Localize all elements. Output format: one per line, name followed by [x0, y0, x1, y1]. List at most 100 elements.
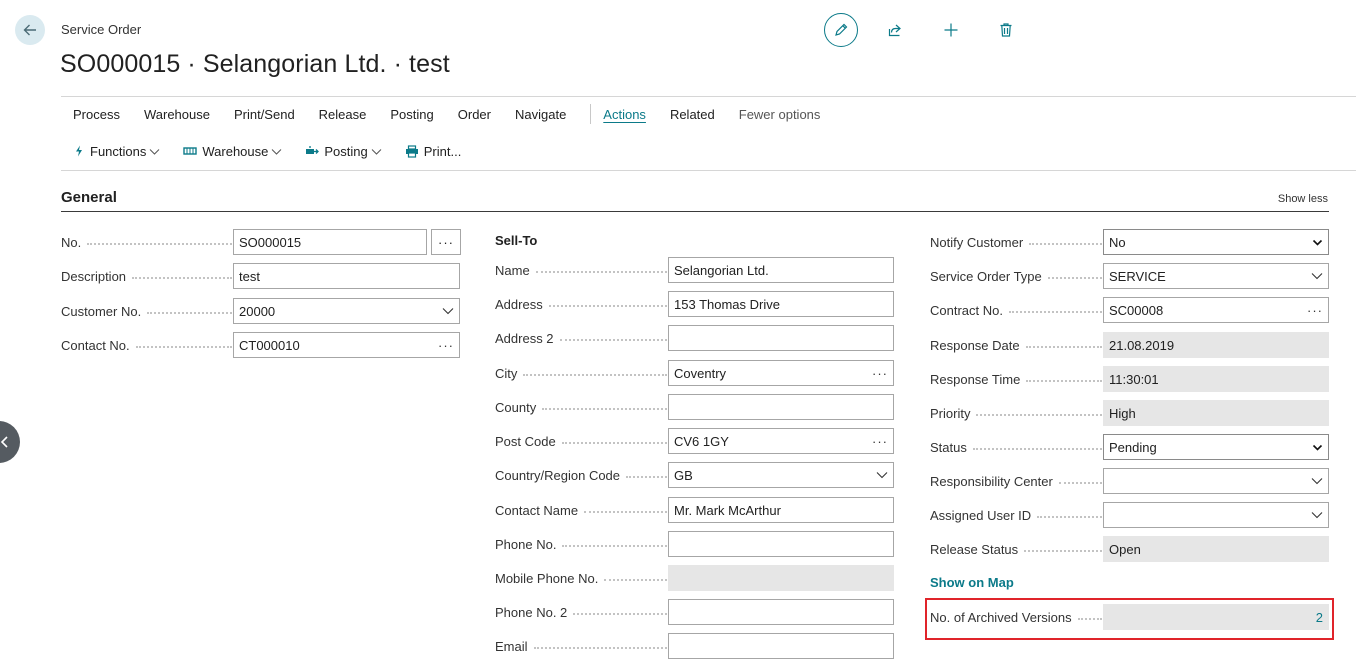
new-button[interactable] [934, 13, 968, 47]
description-field[interactable]: test [233, 263, 460, 289]
chevron-down-icon [1311, 512, 1323, 519]
share-button[interactable] [878, 13, 912, 47]
address-field[interactable]: 153 Thomas Drive [668, 291, 894, 317]
email-field[interactable] [668, 633, 894, 659]
lightning-icon [76, 145, 82, 157]
fewer-options-button[interactable]: Fewer options [727, 107, 833, 122]
chevron-down-icon [442, 308, 454, 315]
chevron-down-icon [1312, 444, 1323, 451]
show-less-button[interactable]: Show less [1278, 193, 1328, 205]
menu-warehouse[interactable]: Warehouse [132, 107, 222, 122]
ellipsis-icon[interactable]: ··· [872, 366, 888, 381]
service-order-type-field[interactable]: SERVICE [1103, 263, 1329, 289]
notify-customer-label: Notify Customer [930, 233, 1102, 251]
menu-actions[interactable]: Actions [603, 107, 658, 122]
archived-versions-field[interactable]: 2 [1103, 604, 1329, 630]
address-label: Address [495, 295, 667, 313]
posting-label: Posting [324, 143, 368, 159]
description-label: Description [61, 267, 232, 285]
mobile-phone-label: Mobile Phone No. [495, 569, 667, 587]
section-underline [61, 211, 1329, 212]
country-field[interactable]: GB [668, 462, 894, 488]
menu-process[interactable]: Process [61, 107, 132, 122]
post-code-label: Post Code [495, 432, 667, 450]
chevron-down-icon [876, 472, 888, 479]
name-field[interactable]: Selangorian Ltd. [668, 257, 894, 283]
edit-button[interactable] [824, 13, 858, 47]
response-date-label: Response Date [930, 336, 1102, 354]
assigned-user-label: Assigned User ID [930, 506, 1102, 524]
page-caption: Service Order [61, 22, 142, 37]
posting-menu[interactable]: Posting [305, 143, 382, 159]
contract-no-field[interactable]: SC00008 ··· [1103, 297, 1329, 323]
no-label: No. [61, 233, 232, 251]
release-status-field: Open [1103, 536, 1329, 562]
menu-navigate[interactable]: Navigate [503, 107, 578, 122]
delete-button[interactable] [989, 13, 1023, 47]
print-label: Print... [423, 143, 462, 159]
county-label: County [495, 398, 667, 416]
menu-separator [590, 104, 592, 124]
status-label: Status [930, 438, 1102, 456]
customer-no-label: Customer No. [61, 302, 232, 320]
notify-customer-select[interactable]: No [1103, 229, 1329, 255]
contact-name-field[interactable]: Mr. Mark McArthur [668, 497, 894, 523]
ellipsis-icon[interactable]: ··· [872, 434, 888, 449]
email-label: Email [495, 637, 667, 655]
header-divider [61, 96, 1356, 97]
pencil-icon [835, 23, 848, 36]
assigned-user-field[interactable] [1103, 502, 1329, 528]
priority-label: Priority [930, 404, 1102, 422]
menu-posting[interactable]: Posting [378, 107, 445, 122]
back-button[interactable] [15, 15, 45, 45]
response-date-field: 21.08.2019 [1103, 332, 1329, 358]
no-assist-button[interactable]: ··· [431, 229, 461, 255]
menu-order[interactable]: Order [446, 107, 503, 122]
chevron-down-icon [371, 148, 382, 155]
toolbar-divider [61, 170, 1356, 171]
show-on-map-link[interactable]: Show on Map [930, 575, 1014, 590]
responsibility-center-field[interactable] [1103, 468, 1329, 494]
chevron-down-icon [1311, 273, 1323, 280]
name-label: Name [495, 261, 667, 279]
county-field[interactable] [668, 394, 894, 420]
posting-icon [306, 145, 320, 154]
phone2-field[interactable] [668, 599, 894, 625]
customer-no-field[interactable]: 20000 [233, 298, 460, 324]
archived-versions-value[interactable]: 2 [1109, 610, 1323, 625]
print-button[interactable]: Print... [405, 143, 462, 159]
section-title: General [61, 189, 117, 206]
response-time-label: Response Time [930, 370, 1102, 388]
sell-to-heading: Sell-To [495, 233, 538, 248]
city-label: City [495, 364, 667, 382]
ellipsis-icon[interactable]: ··· [1307, 303, 1323, 318]
phone-label: Phone No. [495, 535, 667, 553]
warehouse-menu[interactable]: Warehouse [183, 144, 282, 159]
contract-no-label: Contract No. [930, 301, 1102, 319]
printer-icon [405, 144, 418, 158]
contact-no-label: Contact No. [61, 336, 232, 354]
share-icon [888, 24, 901, 37]
chevron-down-icon [150, 148, 160, 155]
post-code-field[interactable]: CV6 1GY ··· [668, 428, 894, 454]
menu-related[interactable]: Related [658, 107, 727, 122]
phone-field[interactable] [668, 531, 894, 557]
response-time-field: 11:30:01 [1103, 366, 1329, 392]
contact-no-field[interactable]: CT000010 ··· [233, 332, 460, 358]
action-bar: Process Warehouse Print/Send Release Pos… [61, 104, 832, 124]
chevron-down-icon [272, 148, 282, 155]
warehouse-icon [183, 147, 198, 155]
contact-name-label: Contact Name [495, 501, 667, 519]
menu-release[interactable]: Release [307, 107, 379, 122]
side-pane-toggle[interactable] [0, 421, 20, 463]
action-submenu: Functions Warehouse Posting Print... [73, 142, 484, 160]
no-field[interactable]: SO000015 [233, 229, 427, 255]
ellipsis-icon[interactable]: ··· [438, 338, 454, 353]
service-order-type-label: Service Order Type [930, 267, 1102, 285]
menu-print-send[interactable]: Print/Send [222, 107, 307, 122]
address2-label: Address 2 [495, 329, 667, 347]
city-field[interactable]: Coventry ··· [668, 360, 894, 386]
functions-menu[interactable]: Functions [73, 144, 160, 159]
status-select[interactable]: Pending [1103, 434, 1329, 460]
address2-field[interactable] [668, 325, 894, 351]
